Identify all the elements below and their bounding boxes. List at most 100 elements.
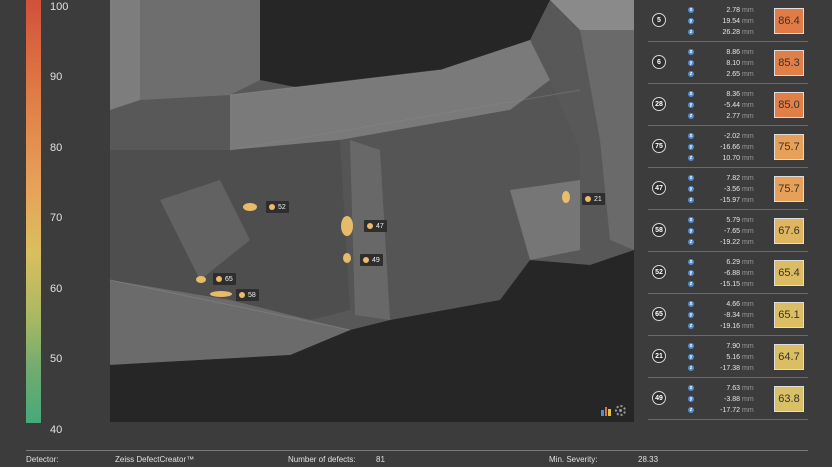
defects-count-label: Number of defects: [288, 455, 356, 464]
defect-id-badge: 21 [652, 349, 666, 363]
coord-value: -3.56 [724, 185, 740, 193]
defect-id-badge: 52 [652, 265, 666, 279]
defect-blob[interactable] [196, 276, 206, 283]
defect-row[interactable]: 75 x -2.02 mm y -16.66 mm z 10.70 mm 75.7 [648, 126, 808, 168]
defect-blob[interactable] [243, 203, 257, 211]
axis-z-icon: z [688, 281, 694, 287]
axis-y-icon: y [688, 354, 694, 360]
defect-blob[interactable] [341, 216, 353, 236]
gear-icon[interactable] [615, 405, 626, 416]
coord-value: 2.77 [726, 112, 740, 120]
scale-tick: 90 [50, 71, 63, 83]
axis-x-icon: x [688, 7, 694, 13]
severity-score: 65.4 [774, 260, 804, 286]
bar-chart-icon[interactable] [601, 407, 612, 416]
scale-tick: 60 [50, 283, 63, 295]
axis-y-icon: y [688, 144, 694, 150]
defect-row[interactable]: 6 x 8.86 mm y 8.10 mm z 2.65 mm 85.3 [648, 42, 808, 84]
coord-value: 19.54 [722, 17, 740, 25]
scale-tick: 70 [50, 212, 63, 224]
defect-row[interactable]: 65 x 4.66 mm y -8.34 mm z -19.16 mm 65.1 [648, 294, 808, 336]
defect-row[interactable]: 52 x 6.29 mm y -6.88 mm z -15.15 mm 65.4 [648, 252, 808, 294]
defect-blob[interactable] [343, 253, 351, 263]
coord-unit: mm [742, 311, 754, 319]
defect-id-badge: 5 [652, 13, 666, 27]
coord-x: x 7.90 mm [688, 341, 754, 351]
defect-marker[interactable]: 65 [213, 273, 236, 285]
defect-id-badge: 28 [652, 97, 666, 111]
severity-score: 75.7 [774, 176, 804, 202]
coord-y: y 5.16 mm [688, 352, 754, 362]
coord-unit: mm [742, 227, 754, 235]
coord-unit: mm [742, 28, 754, 36]
coord-z: z -17.38 mm [688, 363, 754, 373]
3d-viewport[interactable]: 52 47 49 65 58 21 [110, 0, 634, 422]
coord-z: z 10.70 mm [688, 153, 754, 163]
coord-value: -2.02 [724, 132, 740, 140]
coord-value: -15.97 [720, 196, 740, 204]
coord-value: 4.66 [726, 300, 740, 308]
defect-row[interactable]: 47 x 7.82 mm y -3.56 mm z -15.97 mm 75.7 [648, 168, 808, 210]
coord-z: z -17.72 mm [688, 405, 754, 415]
defect-row[interactable]: 5 x 2.78 mm y 19.54 mm z 26.28 mm 86.4 [648, 0, 808, 42]
defect-marker[interactable]: 52 [266, 201, 289, 213]
defect-row[interactable]: 28 x 8.36 mm y -5.44 mm z 2.77 mm 85.0 [648, 84, 808, 126]
defect-marker[interactable]: 49 [360, 254, 383, 266]
coord-unit: mm [742, 364, 754, 372]
coord-unit: mm [742, 196, 754, 204]
coord-x: x 6.29 mm [688, 257, 754, 267]
defect-row[interactable]: 21 x 7.90 mm y 5.16 mm z -17.38 mm 64.7 [648, 336, 808, 378]
defect-list[interactable]: 5 x 2.78 mm y 19.54 mm z 26.28 mm 86.4 6 x 8.86 mm y 8.1… [648, 0, 808, 423]
severity-score: 85.0 [774, 92, 804, 118]
coord-value: 5.16 [726, 353, 740, 361]
coord-value: 6.29 [726, 258, 740, 266]
axis-x-icon: x [688, 175, 694, 181]
coord-unit: mm [742, 300, 754, 308]
axis-x-icon: x [688, 49, 694, 55]
dot-icon [216, 276, 222, 282]
defect-row[interactable]: 49 x 7.63 mm y -3.88 mm z -17.72 mm 63.8 [648, 378, 808, 420]
coord-x: x -2.02 mm [688, 131, 754, 141]
detector-value: Zeiss DefectCreator™ [115, 455, 195, 464]
coord-unit: mm [742, 112, 754, 120]
coord-value: -7.65 [724, 227, 740, 235]
defect-marker[interactable]: 21 [582, 193, 605, 205]
scale-tick: 80 [50, 142, 63, 154]
defect-id-badge: 6 [652, 55, 666, 69]
axis-z-icon: z [688, 29, 694, 35]
axis-x-icon: x [688, 91, 694, 97]
dot-icon [367, 223, 373, 229]
coord-unit: mm [742, 143, 754, 151]
coord-x: x 5.79 mm [688, 215, 754, 225]
axis-z-icon: z [688, 71, 694, 77]
defect-blob[interactable] [562, 191, 570, 203]
axis-z-icon: z [688, 197, 694, 203]
axis-y-icon: y [688, 270, 694, 276]
coord-value: 5.79 [726, 216, 740, 224]
scale-tick: 100 [50, 1, 69, 13]
coord-x: x 2.78 mm [688, 5, 754, 15]
axis-y-icon: y [688, 102, 694, 108]
min-severity-value: 28.33 [638, 455, 659, 464]
coord-unit: mm [742, 238, 754, 246]
axis-z-icon: z [688, 407, 694, 413]
coord-unit: mm [742, 258, 754, 266]
coord-value: -3.88 [724, 395, 740, 403]
defect-blob[interactable] [210, 291, 232, 297]
axis-x-icon: x [688, 259, 694, 265]
defect-row[interactable]: 58 x 5.79 mm y -7.65 mm z -19.22 mm 67.6 [648, 210, 808, 252]
coord-unit: mm [742, 322, 754, 330]
coord-z: z -19.22 mm [688, 237, 754, 247]
coord-y: y -7.65 mm [688, 226, 754, 236]
coord-unit: mm [742, 6, 754, 14]
defect-marker[interactable]: 58 [236, 289, 259, 301]
defect-marker[interactable]: 47 [364, 220, 387, 232]
axis-z-icon: z [688, 239, 694, 245]
axis-z-icon: z [688, 323, 694, 329]
severity-score: 65.1 [774, 302, 804, 328]
coord-unit: mm [742, 70, 754, 78]
coord-unit: mm [742, 185, 754, 193]
axis-x-icon: x [688, 343, 694, 349]
axis-y-icon: y [688, 396, 694, 402]
coord-y: y 8.10 mm [688, 58, 754, 68]
